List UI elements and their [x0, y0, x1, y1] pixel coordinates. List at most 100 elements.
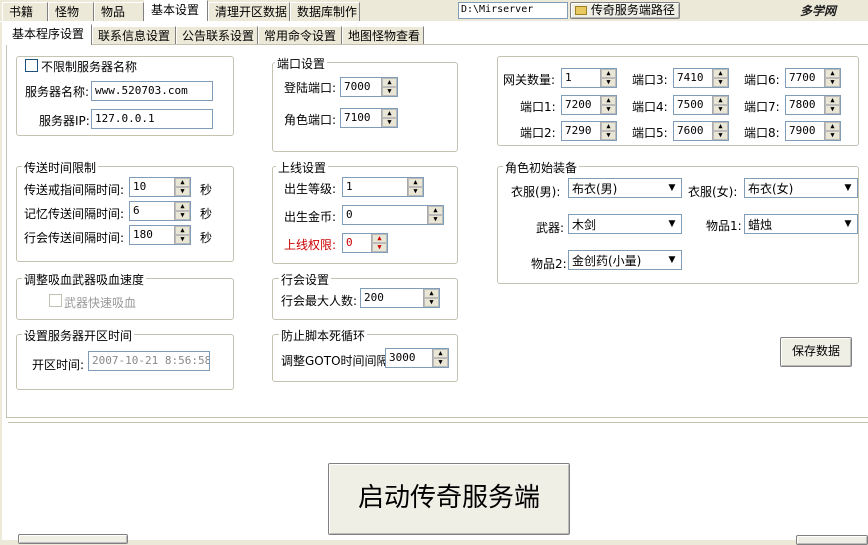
port2-spinner[interactable]: ▲ ▼: [600, 122, 616, 140]
port6-spinner[interactable]: ▲ ▼: [824, 69, 840, 87]
guild-interval-unit: 秒: [200, 231, 213, 245]
memory-interval-label: 记忆传送间隔时间:: [24, 207, 125, 221]
weapon-label: 武器:: [536, 221, 565, 235]
ring-interval-spinner[interactable]: ▲ ▼: [174, 178, 190, 196]
open-time-title: 设置服务器开区时间: [22, 327, 135, 344]
port2-field[interactable]: 7290 ▲ ▼: [561, 121, 617, 141]
server-path-field[interactable]: D:\Mirserver: [458, 2, 568, 19]
guild-interval-spinner[interactable]: ▲ ▼: [174, 226, 190, 244]
start-server-button[interactable]: 启动传奇服务端: [328, 463, 570, 535]
weapon-select[interactable]: 木剑 ▼: [568, 214, 682, 234]
birth-level-label: 出生等级:: [284, 182, 337, 196]
female-clothes-select[interactable]: 布衣(女) ▼: [744, 178, 858, 198]
gateway-count-spinner[interactable]: ▲ ▼: [600, 69, 616, 87]
port8-field[interactable]: 7900 ▲ ▼: [785, 121, 841, 141]
online-permission-field[interactable]: 0 ▲ ▼: [342, 233, 388, 253]
port7-spinner[interactable]: ▲ ▼: [824, 96, 840, 114]
tab-clear-data[interactable]: 清理开区数据: [208, 2, 290, 21]
subtab-basic-program[interactable]: 基本程序设置: [6, 24, 92, 45]
unlimited-name-label: 不限制服务器名称: [41, 60, 138, 74]
port6-field[interactable]: 7700 ▲ ▼: [785, 68, 841, 88]
port5-field[interactable]: 7600 ▲ ▼: [673, 121, 729, 141]
subtab-notice-contact[interactable]: 公告联系设置: [176, 26, 258, 45]
chevron-down-icon: ▼: [668, 183, 676, 193]
ring-interval-unit: 秒: [200, 183, 213, 197]
memory-interval-spinner[interactable]: ▲ ▼: [174, 202, 190, 220]
ports-panel: [272, 62, 458, 152]
server-name-field[interactable]: www.520703.com: [91, 81, 213, 101]
bottom-right-button[interactable]: [796, 535, 868, 545]
subtab-contact-info[interactable]: 联系信息设置: [92, 26, 176, 45]
tab-books[interactable]: 书籍: [2, 2, 48, 21]
fast-vamp-label: 武器快速吸血: [64, 296, 137, 310]
port8-spinner[interactable]: ▲ ▼: [824, 122, 840, 140]
birth-level-field[interactable]: 1 ▲ ▼: [342, 177, 424, 197]
port5-label: 端口5:: [632, 126, 668, 140]
guild-interval-field[interactable]: 180 ▲ ▼: [129, 225, 191, 245]
port7-field[interactable]: 7800 ▲ ▼: [785, 95, 841, 115]
port3-field[interactable]: 7410 ▲ ▼: [673, 68, 729, 88]
save-data-button[interactable]: 保存数据: [780, 337, 852, 367]
role-port-label: 角色端口:: [284, 113, 337, 127]
tab-items[interactable]: 物品: [94, 2, 144, 21]
online-title: 上线设置: [276, 159, 329, 176]
port4-spinner[interactable]: ▲ ▼: [712, 96, 728, 114]
port1-field[interactable]: 7200 ▲ ▼: [561, 95, 617, 115]
item2-label: 物品2:: [531, 257, 567, 271]
birth-level-spinner[interactable]: ▲ ▼: [407, 178, 423, 196]
port7-label: 端口7:: [744, 100, 780, 114]
login-port-field[interactable]: 7000 ▲ ▼: [340, 77, 398, 97]
server-path-button-label: 传奇服务端路径: [590, 3, 675, 17]
chevron-down-icon: ▼: [668, 219, 676, 229]
male-clothes-select[interactable]: 布衣(男) ▼: [568, 178, 682, 198]
birth-gold-field[interactable]: 0 ▲ ▼: [342, 205, 444, 225]
tab-database[interactable]: 数据库制作: [290, 2, 360, 21]
male-clothes-label: 衣服(男):: [511, 185, 561, 199]
birth-gold-spinner[interactable]: ▲ ▼: [427, 206, 443, 224]
port3-spinner[interactable]: ▲ ▼: [712, 69, 728, 87]
port4-field[interactable]: 7500 ▲ ▼: [673, 95, 729, 115]
chevron-down-icon: ▼: [844, 219, 852, 229]
role-port-spinner[interactable]: ▲ ▼: [381, 109, 397, 127]
guild-max-spinner[interactable]: ▲ ▼: [423, 289, 439, 307]
ports-title: 端口设置: [275, 55, 328, 72]
port3-label: 端口3:: [632, 73, 668, 87]
tab-monsters[interactable]: 怪物: [48, 2, 94, 21]
port4-label: 端口4:: [632, 100, 668, 114]
role-port-field[interactable]: 7100 ▲ ▼: [340, 108, 398, 128]
login-port-spinner[interactable]: ▲ ▼: [381, 78, 397, 96]
item1-select[interactable]: 蜡烛 ▼: [744, 214, 858, 234]
login-port-label: 登陆端口:: [284, 81, 337, 95]
chevron-down-icon: ▼: [668, 255, 676, 265]
open-time-field[interactable]: 2007-10-21 8:56:58: [88, 351, 210, 371]
divider: [8, 422, 868, 424]
server-name-label: 服务器名称:: [25, 85, 90, 99]
goto-interval-spinner[interactable]: ▲ ▼: [432, 349, 448, 367]
bottom-left-button[interactable]: [18, 534, 128, 544]
gateway-count-label: 网关数量:: [503, 73, 556, 87]
ring-interval-label: 传送戒指间隔时间:: [24, 183, 125, 197]
goto-interval-field[interactable]: 3000 ▲ ▼: [385, 348, 449, 368]
memory-interval-field[interactable]: 6 ▲ ▼: [129, 201, 191, 221]
item2-select[interactable]: 金创药(小量) ▼: [568, 250, 682, 270]
server-ip-field[interactable]: 127.0.0.1: [91, 109, 213, 129]
port5-spinner[interactable]: ▲ ▼: [712, 122, 728, 140]
subtab-map-monsters[interactable]: 地图怪物查看: [342, 26, 424, 45]
port8-label: 端口8:: [744, 126, 780, 140]
equipment-title: 角色初始装备: [503, 159, 580, 176]
port1-spinner[interactable]: ▲ ▼: [600, 96, 616, 114]
goto-interval-label: 调整GOTO时间间隔:: [281, 354, 393, 368]
vamp-title: 调整吸血武器吸血速度: [22, 271, 147, 288]
gateway-count-field[interactable]: 1 ▲ ▼: [561, 68, 617, 88]
online-permission-spinner[interactable]: ▲ ▼: [371, 234, 387, 252]
item1-label: 物品1:: [706, 219, 742, 233]
tab-basic-settings[interactable]: 基本设置: [144, 0, 208, 21]
unlimited-name-checkbox[interactable]: [25, 59, 38, 72]
fast-vamp-checkbox[interactable]: [49, 294, 62, 307]
ring-interval-field[interactable]: 10 ▲ ▼: [129, 177, 191, 197]
server-ip-label: 服务器IP:: [39, 114, 90, 128]
subtab-common-commands[interactable]: 常用命令设置: [258, 26, 342, 45]
birth-gold-label: 出生金币:: [284, 210, 337, 224]
server-path-button[interactable]: 传奇服务端路径: [570, 2, 680, 19]
guild-max-field[interactable]: 200 ▲ ▼: [360, 288, 440, 308]
